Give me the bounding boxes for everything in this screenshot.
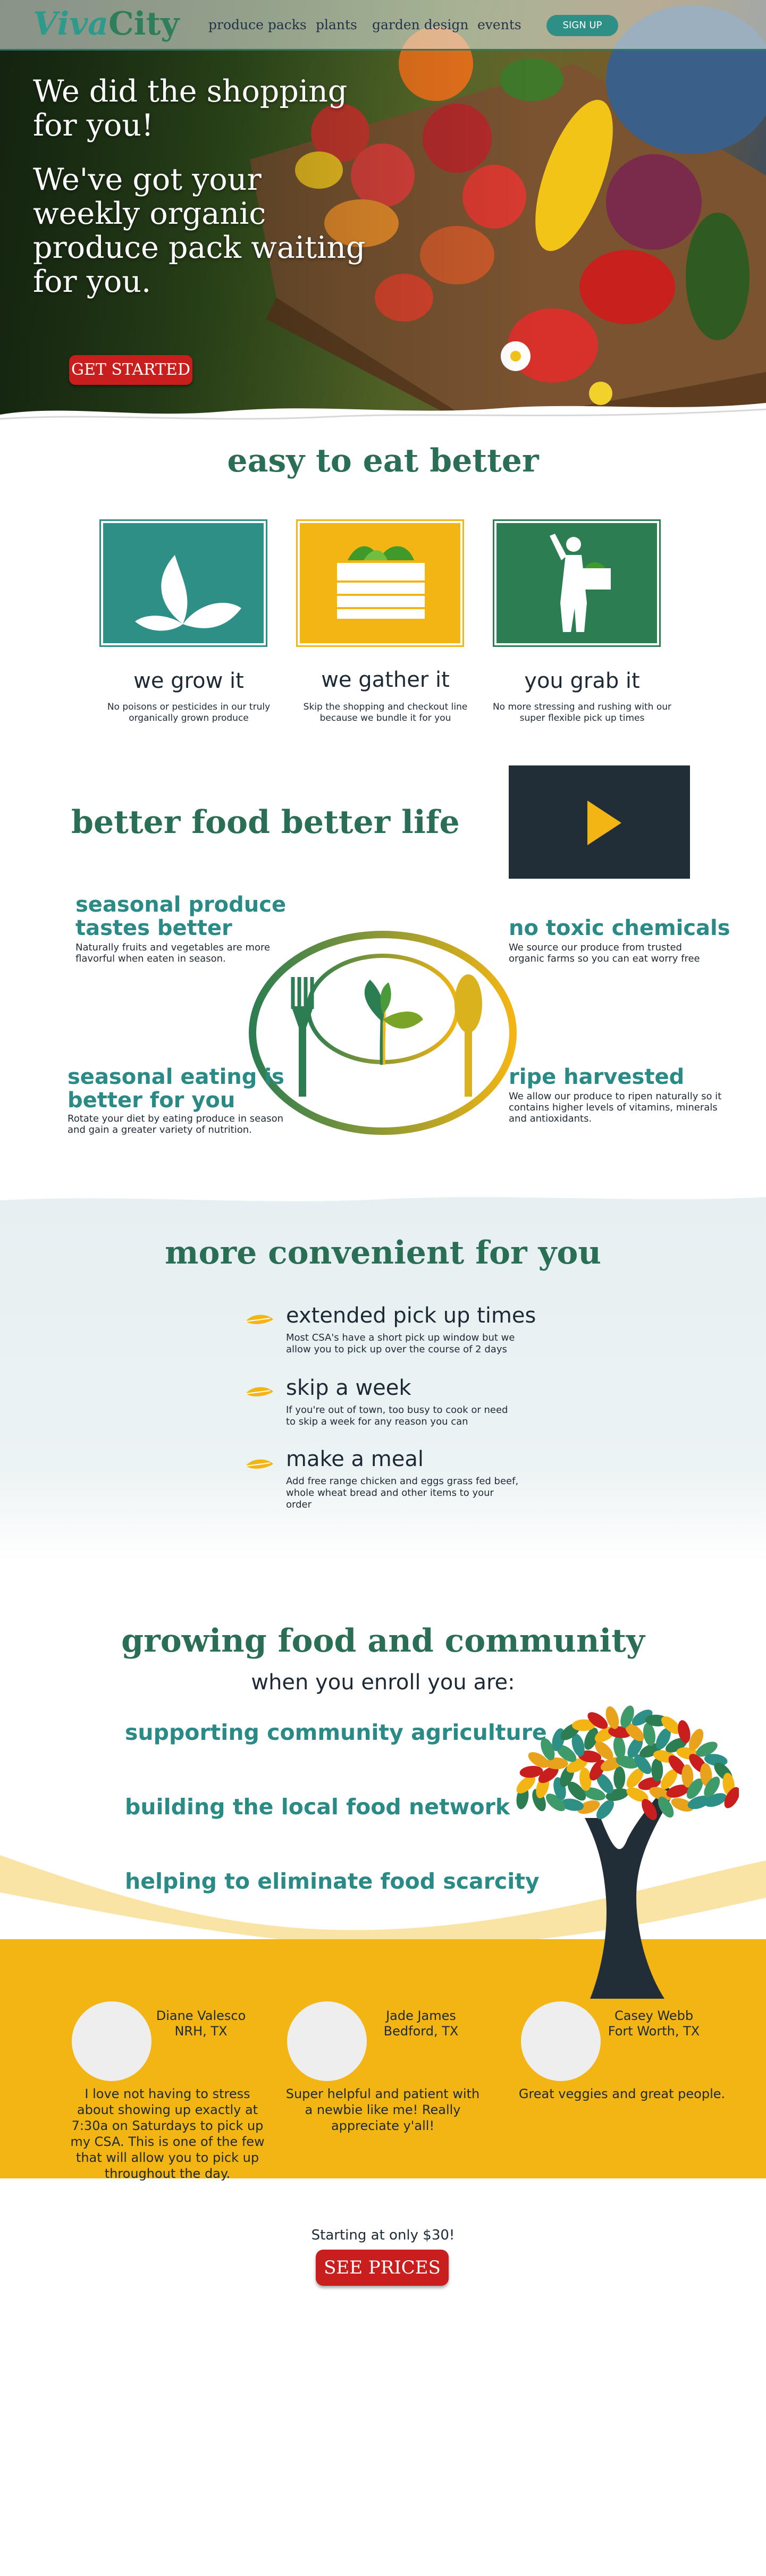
feature-gather-title: we gather it bbox=[321, 668, 450, 692]
leaf-bullet-icon bbox=[245, 1315, 273, 1324]
sign-up-button[interactable]: SIGN UP bbox=[546, 15, 618, 36]
feature-gather-desc: Skip the shopping and checkout line beca… bbox=[303, 702, 468, 723]
benefit-ripe-harvested-title: ripe harvested bbox=[509, 1065, 685, 1089]
convenience-meal-desc: Add free range chicken and eggs grass fe… bbox=[286, 1476, 519, 1510]
enroll-benefit-agriculture: supporting community agriculture bbox=[125, 1720, 547, 1745]
convenience-pickup-title: extended pick up times bbox=[286, 1303, 536, 1328]
benefit-seasonal-health-desc: Rotate your diet by eating produce in se… bbox=[68, 1113, 284, 1135]
benefit-no-toxic-title: no toxic chemicals bbox=[509, 916, 730, 940]
feature-grow-desc: No poisons or pesticides in our truly or… bbox=[107, 702, 271, 723]
testimonial-location: Fort Worth, TX bbox=[608, 2024, 700, 2039]
nav-link-garden-design[interactable]: garden design bbox=[372, 17, 468, 32]
tree-leaves bbox=[516, 1705, 739, 1821]
hero-headline: We did the shopping for you! We've got y… bbox=[33, 74, 373, 319]
testimonial-name: Jade James bbox=[386, 2008, 456, 2023]
top-navigation: VivaCity produce packs plants garden des… bbox=[0, 0, 766, 50]
feature-grab-card bbox=[493, 519, 661, 647]
feature-gather-card bbox=[296, 519, 464, 647]
tree-leaf bbox=[613, 1766, 626, 1790]
easy-section-title: easy to eat better bbox=[227, 442, 539, 479]
leaf-bullet-icon bbox=[245, 1459, 273, 1469]
nav-link-produce-packs[interactable]: produce packs bbox=[208, 17, 307, 32]
nav-link-events[interactable]: events bbox=[477, 17, 521, 32]
feature-grow-title: we grow it bbox=[133, 669, 244, 693]
convenience-skip-title: skip a week bbox=[286, 1376, 411, 1400]
testimonial-quote: I love not having to stress about showin… bbox=[70, 2086, 265, 2181]
feature-grab-title: you grab it bbox=[524, 669, 640, 693]
benefit-seasonal-health-title: seasonal eating is better for you bbox=[68, 1065, 284, 1113]
pricing-starting-text: Starting at only $30! bbox=[311, 2227, 455, 2243]
testimonial-location: NRH, TX bbox=[174, 2024, 228, 2039]
convenient-section-title: more convenient for you bbox=[164, 1234, 602, 1272]
enroll-benefit-network: building the local food network bbox=[125, 1794, 510, 1820]
testimonial-quote: Great veggies and great people. bbox=[518, 2086, 726, 2101]
hero-headline-1: We did the shopping for you! bbox=[33, 74, 348, 143]
testimonial-quote: Super helpful and patient with a newbie … bbox=[285, 2086, 480, 2133]
community-tree-illustration bbox=[516, 1705, 739, 1999]
get-started-button[interactable]: GET STARTED bbox=[69, 355, 192, 385]
hero-torn-edge bbox=[0, 403, 766, 431]
person-carrying-box-icon bbox=[550, 534, 611, 632]
community-section-title: growing food and community bbox=[121, 1622, 645, 1660]
hero-headline-2: We've got your weekly organic produce pa… bbox=[33, 162, 366, 299]
nav-link-plants[interactable]: plants bbox=[316, 17, 357, 32]
testimonial-name: Casey Webb bbox=[614, 2008, 694, 2023]
better-section-title: better food better life bbox=[71, 804, 460, 841]
testimonial-location: Bedford, TX bbox=[383, 2024, 459, 2039]
testimonial-name: Diane Valesco bbox=[156, 2008, 246, 2023]
logo-part-2: City bbox=[108, 5, 180, 43]
leaves-icon bbox=[135, 555, 241, 631]
hero-section: VivaCity produce packs plants garden des… bbox=[0, 0, 766, 431]
feature-grab-desc: No more stressing and rushing with our s… bbox=[492, 702, 672, 723]
convenience-meal-title: make a meal bbox=[286, 1447, 424, 1471]
video-player[interactable] bbox=[509, 765, 690, 879]
see-prices-button[interactable]: SEE PRICES bbox=[316, 2250, 449, 2286]
benefit-no-toxic-desc: We source our produce from trusted organ… bbox=[509, 942, 700, 964]
play-icon[interactable] bbox=[583, 797, 626, 848]
feature-grow-card bbox=[99, 519, 267, 647]
viva-city-logo[interactable]: VivaCity bbox=[33, 5, 179, 43]
convenience-skip-desc: If you're out of town, too busy to cook … bbox=[286, 1404, 508, 1427]
logo-initial: V bbox=[33, 5, 57, 43]
leaf-bullet-icon bbox=[245, 1387, 273, 1396]
benefit-seasonal-taste-desc: Naturally fruits and vegetables are more… bbox=[75, 942, 271, 964]
benefit-seasonal-taste-title: seasonal produce tastes better bbox=[75, 893, 287, 940]
enroll-benefit-scarcity: helping to eliminate food scarcity bbox=[125, 1868, 540, 1894]
benefit-ripe-harvested-desc: We allow our produce to ripen naturally … bbox=[509, 1091, 722, 1124]
produce-box-icon bbox=[337, 546, 425, 619]
logo-part-1: iva bbox=[57, 5, 109, 43]
convenience-pickup-desc: Most CSA's have a short pick up window b… bbox=[286, 1332, 515, 1355]
